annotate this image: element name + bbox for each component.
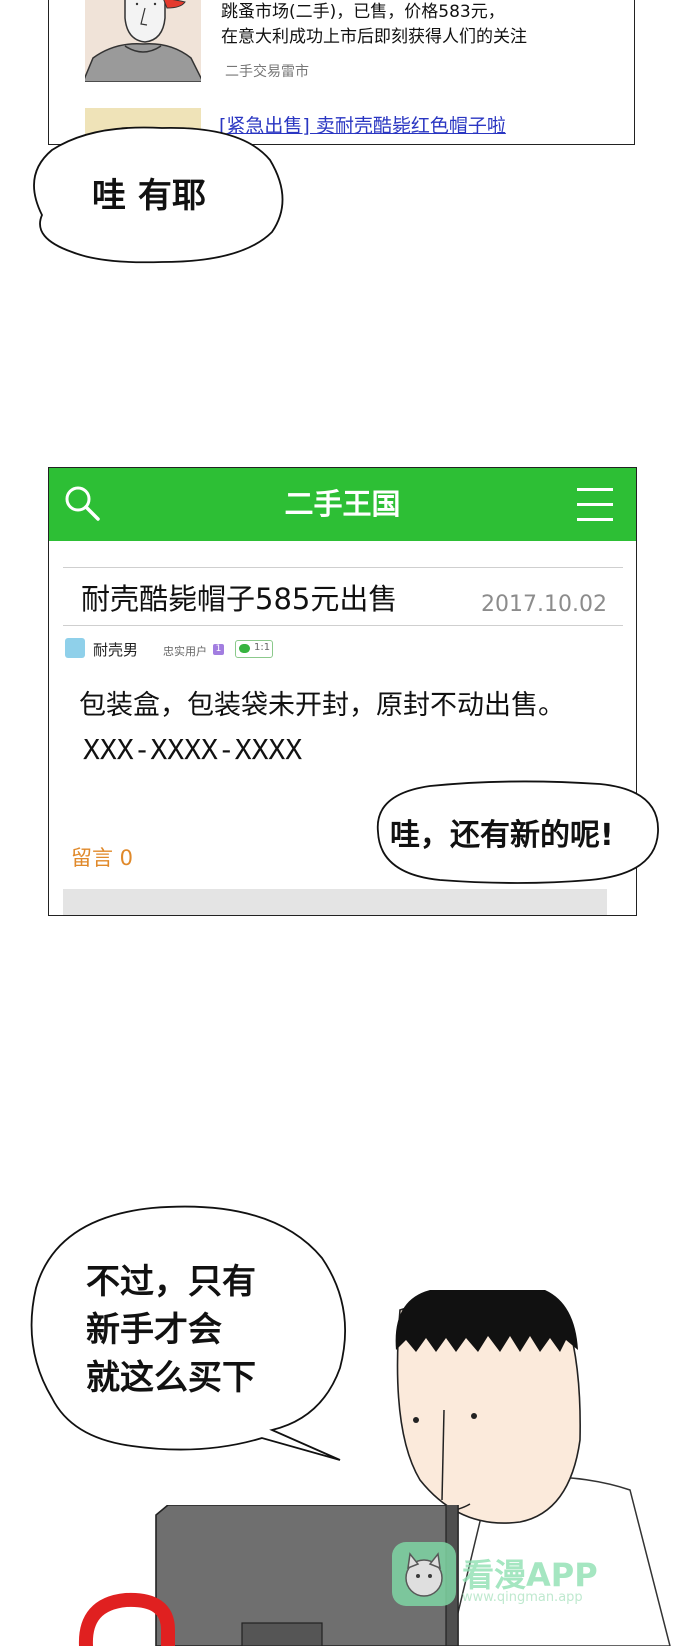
menu-icon[interactable] [49,468,636,541]
bubble-2-text: 哇，还有新的呢! [390,818,614,853]
chat-bubble-icon [239,644,250,653]
bubble-1-text: 哇 有耶 [92,176,206,216]
story-headline-line-1: 跳蚤市场(二手)，已售，价格583元， [221,2,505,22]
avatar[interactable] [65,638,85,658]
divider [63,625,623,626]
bubble-3-line-1: 不过，只有 [86,1262,256,1302]
comment-count[interactable]: 留言 0 [71,842,133,872]
post-title: 耐壳酷毙帽子585元出售 [81,582,398,616]
story-source: 二手交易雷市 [225,64,309,80]
speech-bubble-2: 哇，还有新的呢! [370,776,662,888]
level-badge: 1 [213,644,224,655]
watermark-logo [392,1542,456,1606]
watermark-url: www.qingman.app [462,1590,583,1605]
divider [63,567,623,568]
speech-bubble-3: 不过，只有 新手才会 就这么买下 [22,1198,352,1466]
speech-bubble-1: 哇 有耶 [22,120,292,270]
bubble-3-line-2: 新手才会 [86,1310,222,1350]
post-body-line-2: XXX-XXXX-XXXX [83,733,303,766]
bubble-3-line-3: 就这么买下 [86,1358,256,1398]
story-headline-line-2: 在意大利成功上市后即刻获得人们的关注 [221,27,527,47]
comment-area [63,889,607,915]
user-name[interactable]: 耐壳男 [93,639,138,660]
chat-badge[interactable]: 1:1 [235,640,273,658]
user-tag: 忠实用户 [163,645,207,658]
thumbnail-person [85,0,201,82]
post-body-line-1: 包装盒，包装袋未开封，原封不动出售。 [79,690,565,721]
red-mark [76,1590,186,1646]
post-date: 2017.10.02 [481,592,607,617]
chat-badge-label: 1:1 [254,642,271,653]
